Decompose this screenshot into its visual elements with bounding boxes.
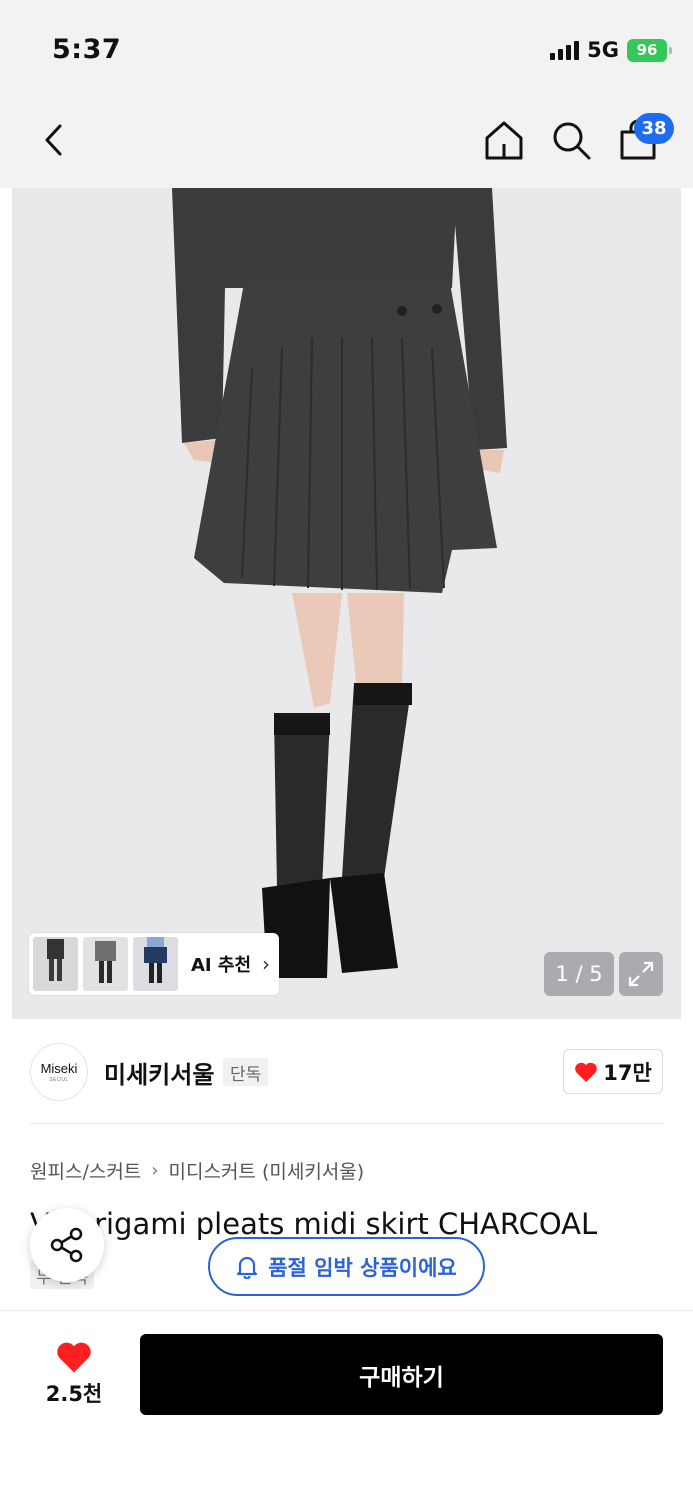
thumbnail-1-image bbox=[47, 939, 64, 981]
product-photo bbox=[12, 188, 681, 1019]
status-bar: 5:37 5G 96 bbox=[0, 0, 693, 95]
buy-button[interactable]: 구매하기 bbox=[140, 1334, 663, 1415]
search-icon bbox=[553, 122, 591, 160]
image-counter: 1 / 5 bbox=[544, 952, 614, 996]
share-button[interactable] bbox=[30, 1208, 104, 1282]
battery-level: 96 bbox=[636, 41, 658, 59]
wishlist-count: 2.5천 bbox=[45, 1382, 103, 1406]
cart-count-badge: 38 bbox=[634, 113, 674, 144]
thumbnail-3-image bbox=[144, 937, 167, 983]
ai-recommend-label[interactable]: AI 추천 bbox=[191, 951, 251, 977]
wishlist-button[interactable]: 2.5천 bbox=[30, 1334, 118, 1414]
home-button[interactable] bbox=[482, 118, 526, 162]
network-type: 5G bbox=[587, 38, 619, 62]
bell-icon bbox=[237, 1256, 258, 1279]
brand-like-button[interactable]: 17만 bbox=[563, 1049, 663, 1094]
product-image[interactable] bbox=[12, 188, 681, 1019]
brand-logo-subtext: SEOUL bbox=[49, 1077, 69, 1083]
exclusive-badge: 단독 bbox=[223, 1058, 269, 1086]
back-button[interactable] bbox=[34, 120, 74, 160]
thumbnail-3[interactable] bbox=[133, 937, 178, 991]
heart-filled-icon bbox=[57, 1342, 91, 1373]
thumbnail-2[interactable] bbox=[83, 937, 128, 991]
share-icon bbox=[50, 1227, 83, 1263]
status-indicators: 5G 96 bbox=[550, 38, 672, 62]
thumbnail-2-image bbox=[95, 941, 116, 983]
brand-logo[interactable]: Miseki SEOUL bbox=[30, 1043, 88, 1101]
search-button[interactable] bbox=[549, 118, 593, 162]
status-time: 5:37 bbox=[52, 34, 122, 65]
chevron-left-icon bbox=[45, 124, 62, 156]
soldout-alert[interactable]: 품절 임박 상품이에요 bbox=[208, 1237, 485, 1296]
expand-button[interactable] bbox=[619, 952, 663, 996]
home-icon bbox=[485, 121, 523, 160]
chevron-right-icon: › bbox=[262, 952, 271, 976]
breadcrumb-separator-icon: › bbox=[151, 1160, 159, 1181]
heart-icon bbox=[575, 1062, 598, 1082]
brand-like-count: 17만 bbox=[603, 1060, 652, 1085]
brand-logo-text: Miseki bbox=[40, 1061, 78, 1076]
soldout-alert-text: 품절 임박 상품이에요 bbox=[268, 1255, 457, 1280]
breadcrumb: 원피스/스커트 › 미디스커트 (미세키서울) bbox=[30, 1157, 364, 1184]
breadcrumb-subcategory[interactable]: 미디스커트 (미세키서울) bbox=[169, 1157, 365, 1184]
expand-icon bbox=[628, 961, 654, 987]
brand-name[interactable]: 미세키서울 bbox=[104, 1055, 214, 1090]
product-title: V i origami pleats midi skirt CHARCOAL bbox=[30, 1207, 598, 1241]
thumbnail-1[interactable] bbox=[33, 937, 78, 991]
battery-icon: 96 bbox=[627, 38, 672, 62]
thumbnail-strip[interactable]: AI 추천 › bbox=[29, 933, 279, 995]
breadcrumb-category[interactable]: 원피스/스커트 bbox=[30, 1157, 141, 1184]
divider bbox=[30, 1123, 663, 1124]
signal-icon bbox=[550, 40, 580, 60]
nav-bar bbox=[0, 95, 693, 188]
